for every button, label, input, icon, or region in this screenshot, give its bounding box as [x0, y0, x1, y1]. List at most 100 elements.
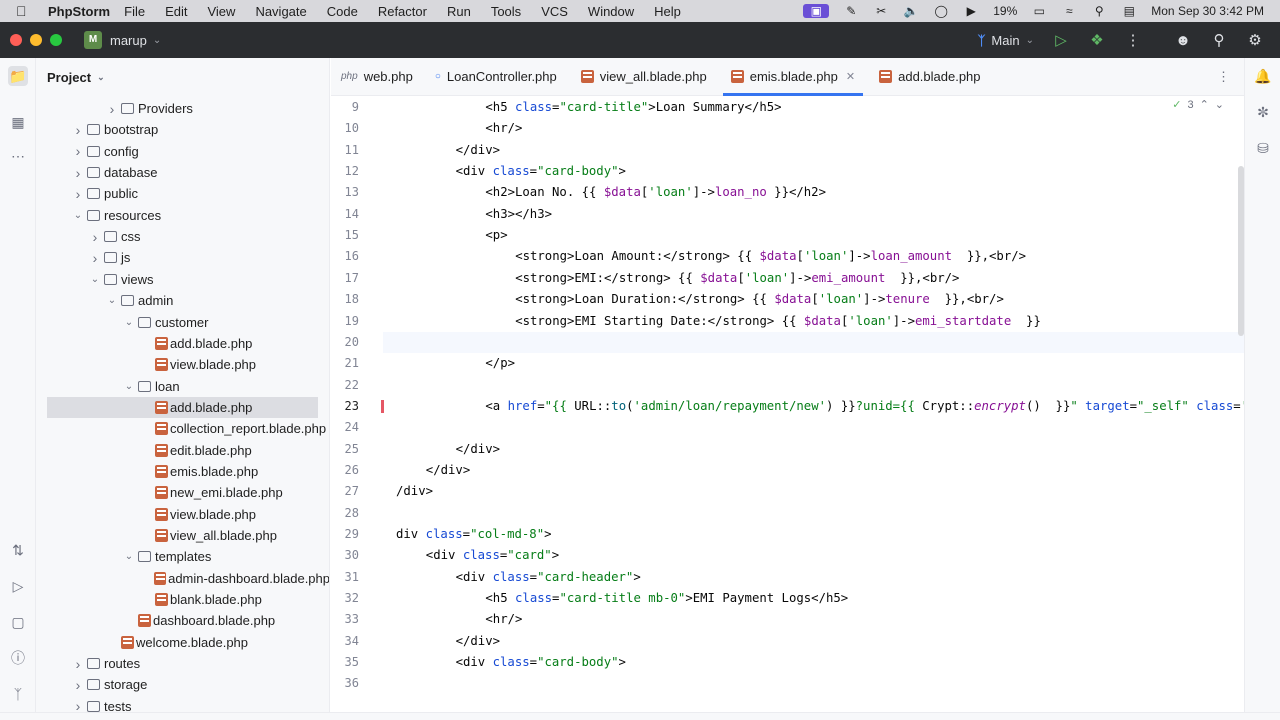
control-center-icon[interactable]: ▤: [1121, 4, 1137, 18]
project-switcher[interactable]: M marup ⌄: [84, 31, 161, 49]
tree-folder[interactable]: › css: [36, 226, 329, 247]
database-icon[interactable]: ⛁: [1253, 138, 1273, 158]
tree-file[interactable]: view.blade.php: [36, 354, 329, 375]
tree-folder[interactable]: ⌄ templates: [36, 546, 329, 567]
folder-icon[interactable]: 📁: [8, 66, 28, 86]
tab-add-blade-php[interactable]: add.blade.php: [867, 58, 992, 96]
chevron-right-icon[interactable]: ›: [88, 229, 102, 245]
tree-file[interactable]: view_all.blade.php: [36, 525, 329, 546]
menu-view[interactable]: View: [207, 4, 235, 19]
menu-vcs[interactable]: VCS: [541, 4, 568, 19]
code-line[interactable]: <div class="card-header">: [456, 567, 641, 588]
tab-web-php[interactable]: php web.php: [331, 58, 425, 96]
vcs-branch-widget[interactable]: ᛉ Main ⌄: [978, 33, 1034, 48]
chevron-down-icon[interactable]: ⌄: [71, 210, 85, 221]
code-line[interactable]: <a href="{{ URL::to('admin/loan/repaymen…: [485, 396, 1244, 417]
chevron-right-icon[interactable]: ›: [71, 186, 85, 202]
code-line[interactable]: </p>: [485, 353, 515, 374]
pen-icon[interactable]: ✎: [843, 4, 859, 18]
minimize-window-button[interactable]: [30, 34, 42, 46]
chevron-right-icon[interactable]: ›: [88, 250, 102, 266]
tree-file[interactable]: add.blade.php: [36, 333, 329, 354]
tab-view_all-blade-php[interactable]: view_all.blade.php: [569, 58, 719, 96]
screen-record-icon[interactable]: ▣: [803, 4, 830, 18]
code-line[interactable]: <strong>Loan Duration:</strong> {{ $data…: [515, 289, 1004, 310]
close-icon[interactable]: ✕: [846, 70, 855, 83]
tree-folder[interactable]: ⌄ loan: [36, 376, 329, 397]
tree-file[interactable]: new_emi.blade.php: [36, 482, 329, 503]
code-line[interactable]: /div>: [396, 481, 433, 502]
datetime[interactable]: Mon Sep 30 3:42 PM: [1151, 4, 1264, 18]
debug-icon[interactable]: ❖: [1088, 31, 1106, 49]
tree-file[interactable]: dashboard.blade.php: [36, 610, 329, 631]
tree-folder[interactable]: ⌄ views: [36, 269, 329, 290]
tree-folder[interactable]: ⌄ resources: [36, 205, 329, 226]
code-line[interactable]: <div class="card-body">: [456, 652, 626, 673]
volume-icon[interactable]: 🔈: [903, 4, 919, 18]
menu-run[interactable]: Run: [447, 4, 471, 19]
code-line[interactable]: </div>: [456, 439, 500, 460]
code-line[interactable]: <strong>EMI:</strong> {{ $data['loan']->…: [515, 268, 959, 289]
run-services-icon[interactable]: ▷: [8, 576, 28, 596]
notifications-icon[interactable]: 🔔: [1253, 66, 1273, 86]
code-line[interactable]: <h5 class="card-title mb-0">EMI Payment …: [485, 588, 848, 609]
tree-file[interactable]: edit.blade.php: [36, 440, 329, 461]
tree-folder[interactable]: › public: [36, 183, 329, 204]
inspection-widget[interactable]: ✓ 3 ⌃ ⌄: [1172, 98, 1224, 112]
tree-file[interactable]: blank.blade.php: [36, 589, 329, 610]
code-line[interactable]: <strong>EMI Starting Date:</strong> {{ $…: [515, 311, 1041, 332]
code-editor[interactable]: 9 10 11 12 13 14 15 16 17 18 19 20 21 22 23 24 25 26 27 28 2…: [331, 96, 1244, 720]
close-window-button[interactable]: [10, 34, 22, 46]
code-line[interactable]: div class="col-md-8">: [396, 524, 552, 545]
problems-icon[interactable]: ⓘ: [8, 648, 28, 668]
search-icon[interactable]: ⚲: [1210, 31, 1228, 49]
tree-folder[interactable]: › config: [36, 141, 329, 162]
terminal-icon[interactable]: ▢: [8, 612, 28, 632]
menu-refactor[interactable]: Refactor: [378, 4, 427, 19]
chevron-down-icon[interactable]: ⌄: [1215, 98, 1224, 111]
wifi-icon[interactable]: ≈: [1061, 4, 1077, 18]
more-tools-icon[interactable]: ⋯: [8, 146, 28, 166]
battery-icon[interactable]: ▭: [1031, 4, 1047, 18]
menu-code[interactable]: Code: [327, 4, 358, 19]
ai-assistant-icon[interactable]: ✼: [1253, 102, 1273, 122]
code-line[interactable]: </div>: [426, 460, 470, 481]
tree-file[interactable]: emis.blade.php: [36, 461, 329, 482]
chevron-right-icon[interactable]: ›: [71, 656, 85, 672]
structure-icon[interactable]: ▦: [8, 112, 28, 132]
tree-folder[interactable]: › bootstrap: [36, 119, 329, 140]
chevron-down-icon[interactable]: ⌄: [122, 381, 136, 392]
code-line[interactable]: <div class="card-body">: [456, 161, 626, 182]
play-circle-icon[interactable]: ▶: [963, 4, 979, 18]
zoom-window-button[interactable]: [50, 34, 62, 46]
tree-file[interactable]: admin-dashboard.blade.php: [36, 568, 329, 589]
tree-folder[interactable]: ⌄ admin: [36, 290, 329, 311]
tree-file[interactable]: welcome.blade.php: [36, 632, 329, 653]
tree-file[interactable]: add.blade.php: [47, 396, 318, 418]
chevron-down-icon[interactable]: ⌄: [105, 295, 119, 306]
menu-tools[interactable]: Tools: [491, 4, 521, 19]
menu-file[interactable]: File: [124, 4, 145, 19]
code-line[interactable]: <h2>Loan No. {{ $data['loan']->loan_no }…: [485, 182, 826, 203]
apple-icon[interactable]: : [16, 3, 40, 19]
tree-file[interactable]: view.blade.php: [36, 504, 329, 525]
menu-window[interactable]: Window: [588, 4, 634, 19]
menu-navigate[interactable]: Navigate: [255, 4, 306, 19]
tree-folder[interactable]: › storage: [36, 674, 329, 695]
chevron-right-icon[interactable]: ›: [71, 165, 85, 181]
code-line[interactable]: <h3></h3>: [485, 204, 552, 225]
add-user-icon[interactable]: ☻: [1174, 32, 1192, 49]
scissors-icon[interactable]: ✂: [873, 4, 889, 18]
more-icon[interactable]: ⋮: [1124, 31, 1142, 49]
code-line[interactable]: </div>: [456, 140, 500, 161]
chevron-down-icon[interactable]: ⌄: [122, 551, 136, 562]
tab-loancontroller-php[interactable]: ○ LoanController.php: [425, 58, 569, 96]
tree-folder[interactable]: › Providers: [36, 98, 329, 119]
project-panel-header[interactable]: Project ⌄: [36, 58, 329, 96]
code-area[interactable]: <h5 class="card-title">Loan Summary</h5>…: [383, 96, 1244, 720]
tree-folder[interactable]: › js: [36, 247, 329, 268]
tab-options-icon[interactable]: ⋮: [1217, 69, 1230, 85]
settings-icon[interactable]: ⚙: [1246, 31, 1264, 49]
code-line[interactable]: <hr/>: [485, 118, 522, 139]
code-line[interactable]: <strong>Loan Amount:</strong> {{ $data['…: [515, 246, 1026, 267]
